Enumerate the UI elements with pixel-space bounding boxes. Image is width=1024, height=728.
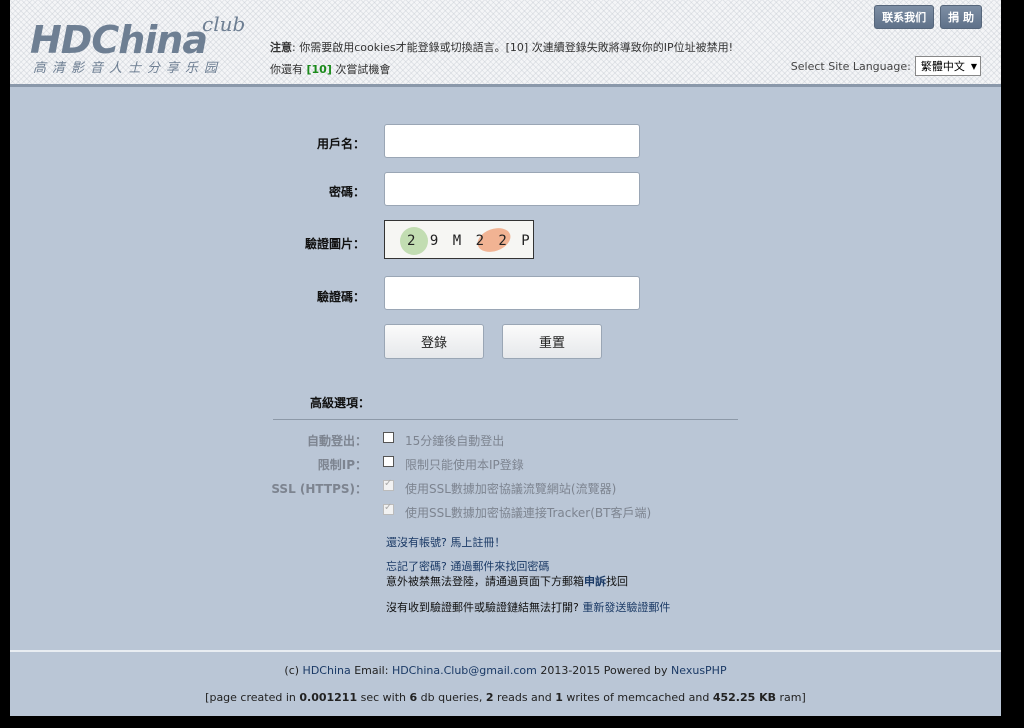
- language-selected: 繁體中文: [920, 60, 965, 73]
- notice-text: : 你需要啟用cookies才能登錄或切換語言。[10] 次連續登錄失敗將導致你…: [292, 41, 733, 54]
- captcha-text: 2 9 M 2 2 P: [407, 233, 533, 249]
- signup-link[interactable]: 還沒有帳號? 馬上註冊！: [386, 534, 505, 550]
- attempts-prefix: 你還有: [270, 63, 307, 76]
- stats-writes: 1: [555, 691, 563, 704]
- page-frame: HDChina club 高清影音人士分享乐园 注意: 你需要啟用cookies…: [10, 0, 1001, 716]
- username-label: 用戶名：: [316, 137, 365, 151]
- stats-text: ram]: [776, 691, 806, 704]
- stats-text: [page created in: [205, 691, 300, 704]
- site-logo[interactable]: HDChina club 高清影音人士分享乐园: [30, 6, 250, 76]
- top-buttons: 联系我们 捐 助: [874, 5, 982, 29]
- language-label: Select Site Language:: [790, 59, 911, 73]
- attempts-count: [10]: [306, 63, 332, 76]
- footer-stats: [page created in 0.001211 sec with 6 db …: [10, 691, 1001, 704]
- login-button[interactable]: 登錄: [384, 324, 484, 359]
- stats-text: reads and: [493, 691, 556, 704]
- years-powered: 2013-2015 Powered by: [536, 664, 672, 677]
- copyright-prefix: (c): [284, 664, 303, 677]
- resend-verification-line: 沒有收到驗證郵件或驗證鏈結無法打開? 重新發送驗證郵件: [386, 599, 670, 615]
- cookie-notice: 注意: 你需要啟用cookies才能登錄或切換語言。[10] 次連續登錄失敗將導…: [270, 39, 733, 55]
- ssl-tracker-checkbox[interactable]: [383, 502, 394, 515]
- donate-button[interactable]: 捐 助: [940, 5, 982, 29]
- footer-copyright: (c) HDChina Email: HDChina.Club@gmail.co…: [10, 664, 1001, 677]
- logo-club: club: [202, 12, 246, 36]
- nexusphp-link[interactable]: NexusPHP: [671, 664, 727, 677]
- site-name-link[interactable]: HDChina: [303, 664, 351, 677]
- resend-prefix: 沒有收到驗證郵件或驗證鏈結無法打開?: [386, 601, 583, 614]
- attempts-notice: 你還有 [10] 次嘗試機會: [270, 61, 390, 77]
- forgot-password-link[interactable]: 忘記了密碼? 通過郵件來找回密碼: [386, 558, 549, 574]
- stats-text: sec with: [357, 691, 410, 704]
- banned-suffix: 找回: [606, 575, 628, 588]
- ssl-browser-text: 使用SSL數據加密協議流覽網站(流覽器): [405, 482, 617, 496]
- stats-reads: 2: [485, 691, 494, 704]
- language-selector: Select Site Language: 繁體中文 ▼: [791, 56, 981, 76]
- auto-logout-label: 自動登出：: [306, 434, 367, 448]
- email-label: Email:: [350, 664, 392, 677]
- captcha-image[interactable]: 2 9 M 2 2 P: [384, 220, 534, 259]
- reset-button[interactable]: 重置: [502, 324, 602, 359]
- attempts-suffix: 次嘗試機會: [331, 63, 391, 76]
- advanced-options-title: 高級選項：: [309, 396, 370, 410]
- appeal-link[interactable]: 申訴: [584, 575, 606, 588]
- captcha-code-label: 驗證碼：: [316, 290, 365, 304]
- username-input[interactable]: [384, 124, 640, 158]
- stats-time: 0.001211: [299, 691, 358, 704]
- restrict-ip-label: 限制IP：: [317, 458, 367, 472]
- password-input[interactable]: [384, 172, 640, 206]
- logo-subtitle: 高清影音人士分享乐园: [33, 61, 224, 76]
- chevron-down-icon: ▼: [970, 61, 977, 71]
- stats-text: writes of memcached and: [562, 691, 713, 704]
- ssl-browser-checkbox[interactable]: [383, 478, 394, 491]
- restrict-ip-checkbox[interactable]: [383, 456, 394, 467]
- captcha-code-input[interactable]: [384, 276, 640, 310]
- banned-prefix: 意外被禁無法登陸，請通過頁面下方郵箱: [386, 575, 584, 588]
- resend-verification-link[interactable]: 重新發送驗證郵件: [582, 601, 670, 614]
- logo-word: HDChina: [30, 18, 208, 62]
- ssl-tracker-text: 使用SSL數據加密協議連接Tracker(BT客戶端): [405, 506, 652, 520]
- contact-button[interactable]: 联系我们: [874, 5, 935, 29]
- signup-link-text[interactable]: 還沒有帳號? 馬上註冊！: [386, 536, 505, 549]
- language-select[interactable]: 繁體中文 ▼: [914, 56, 981, 76]
- banned-appeal-line: 意外被禁無法登陸，請通過頁面下方郵箱申訴找回: [386, 573, 628, 589]
- auto-logout-text: 15分鐘後自動登出: [405, 434, 505, 448]
- divider: [273, 419, 738, 420]
- notice-label: 注意: [270, 41, 292, 54]
- restrict-ip-text: 限制只能使用本IP登錄: [405, 458, 524, 472]
- ssl-label: SSL (HTTPS)：: [271, 482, 367, 496]
- captcha-image-label: 驗證圖片：: [304, 237, 365, 251]
- email-link[interactable]: HDChina.Club@gmail.com: [392, 664, 537, 677]
- footer-divider: [10, 650, 1001, 652]
- auto-logout-checkbox[interactable]: [383, 432, 394, 443]
- stats-queries: 6: [409, 691, 418, 704]
- stats-text: db queries,: [417, 691, 486, 704]
- forgot-password-text[interactable]: 忘記了密碼? 通過郵件來找回密碼: [386, 560, 549, 573]
- stats-ram: 452.25 KB: [712, 691, 777, 704]
- header: HDChina club 高清影音人士分享乐园 注意: 你需要啟用cookies…: [10, 0, 1001, 87]
- password-label: 密碼：: [328, 185, 365, 199]
